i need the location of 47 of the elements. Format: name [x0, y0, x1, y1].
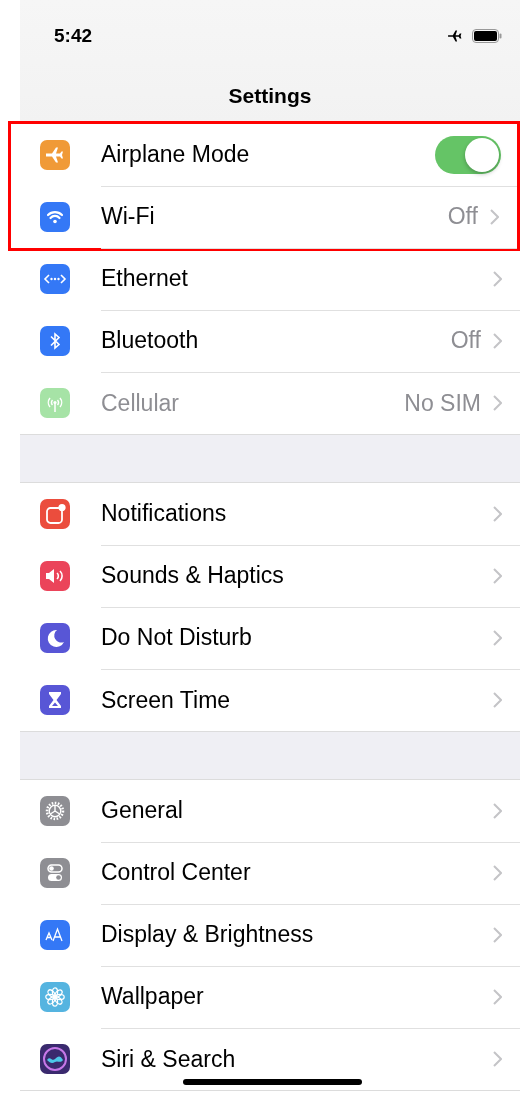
- settings-item-label[interactable]: Notifications: [101, 500, 493, 527]
- settings-item-label[interactable]: Control Center: [101, 859, 493, 886]
- value-text: Off: [450, 327, 481, 354]
- chevron-icon: [490, 208, 499, 225]
- chevron-icon: [493, 1051, 502, 1067]
- settings-item-label[interactable]: Siri & Search: [101, 1045, 493, 1073]
- chevron-icon: [493, 692, 502, 708]
- settings-item-label[interactable]: General: [101, 797, 493, 824]
- settings-row[interactable]: Sounds & Haptics: [20, 545, 520, 607]
- chevron-icon: [493, 926, 502, 943]
- settings-row[interactable]: Screen Time: [20, 669, 520, 731]
- status-time: 5:42: [54, 25, 93, 47]
- settings-row[interactable]: General: [20, 780, 520, 842]
- battery-icon: [472, 29, 502, 43]
- settings-row[interactable]: Airplane Mode: [20, 124, 517, 186]
- chevron-icon: [493, 395, 502, 411]
- settings-row[interactable]: Control Center: [20, 842, 520, 904]
- settings-row[interactable]: Notifications: [20, 483, 520, 545]
- chevron-icon: [493, 505, 502, 522]
- settings-item-label[interactable]: Display & Brightness: [101, 921, 493, 948]
- chevron-icon: [493, 567, 502, 584]
- settings-row[interactable]: Bluetooth Off: [20, 310, 520, 372]
- settings-item-label[interactable]: Ethernet: [101, 265, 493, 292]
- settings-row[interactable]: Wi-Fi Off: [20, 186, 517, 248]
- settings-row[interactable]: Display & Brightness: [20, 904, 520, 966]
- value-text: Off: [447, 203, 478, 230]
- settings-item-label[interactable]: Airplane Mode: [101, 141, 435, 168]
- settings-item-label[interactable]: Wi-Fi: [101, 203, 448, 230]
- chevron-icon: [493, 332, 502, 349]
- settings-row[interactable]: Do Not Disturb: [20, 607, 520, 669]
- settings-row[interactable]: Siri & Search: [20, 1028, 520, 1090]
- chevron-icon: [493, 988, 502, 1005]
- settings-item-label[interactable]: Wallpaper: [101, 983, 493, 1010]
- chevron-icon: [493, 270, 502, 287]
- settings-item-label[interactable]: Screen Time: [101, 686, 493, 714]
- settings-item-label[interactable]: Bluetooth: [101, 327, 451, 354]
- airplane-icon: [446, 28, 464, 44]
- chevron-icon: [493, 864, 502, 881]
- chevron-icon: [493, 802, 502, 819]
- value-text: No SIM: [404, 389, 481, 417]
- chevron-icon: [493, 629, 502, 646]
- settings-item-label[interactable]: Do Not Disturb: [101, 624, 493, 651]
- settings-row[interactable]: Wallpaper: [20, 966, 520, 1028]
- settings-row[interactable]: Ethernet: [20, 248, 520, 310]
- page-title: Settings: [227, 84, 313, 108]
- settings-item-label[interactable]: Sounds & Haptics: [101, 562, 493, 589]
- toggle-switch[interactable]: [435, 135, 501, 174]
